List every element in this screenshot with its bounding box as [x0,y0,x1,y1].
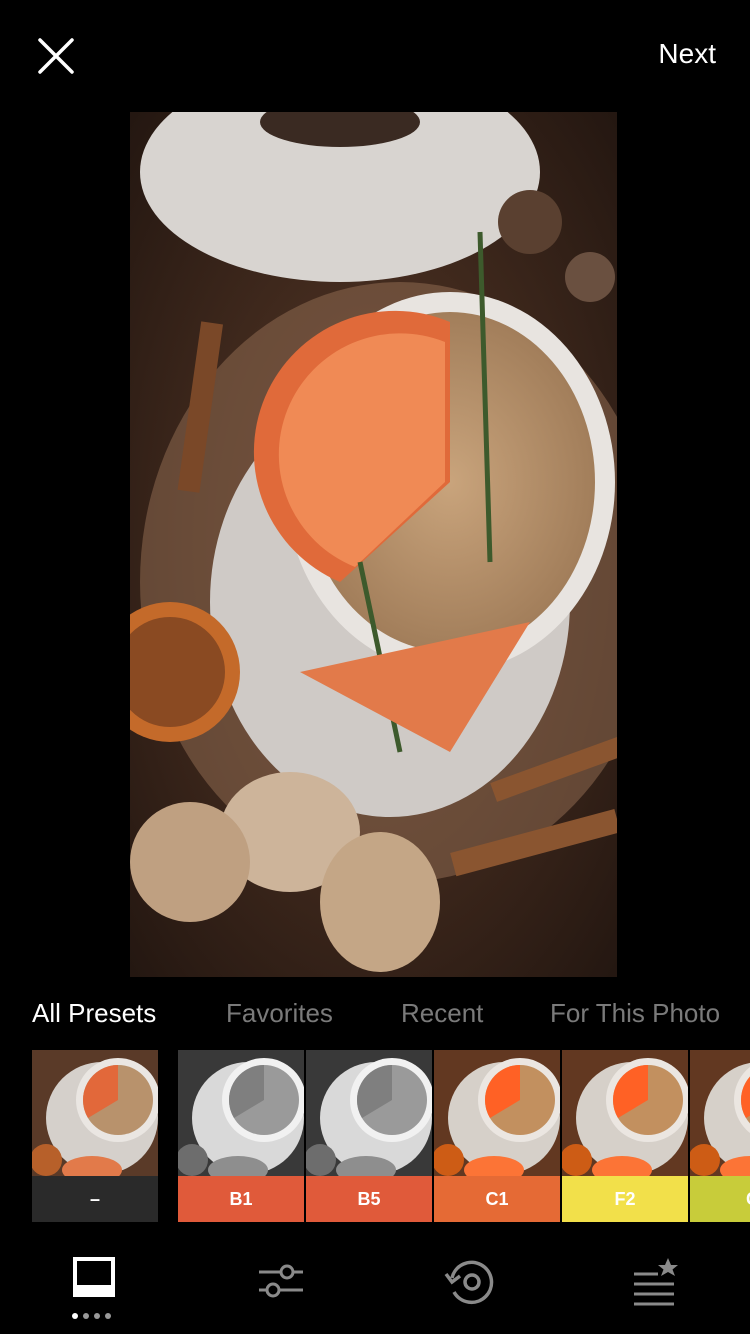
bottom-toolbar [0,1240,750,1334]
preset-thumbnail [562,1050,688,1176]
preset-thumbnail [434,1050,560,1176]
preset-none[interactable]: – [32,1050,158,1222]
preset-b5[interactable]: B5 [306,1050,432,1222]
preset-label: B1 [178,1176,304,1222]
preset-label: B5 [306,1176,432,1222]
preset-thumbnail [690,1050,750,1176]
preset-thumbnail [32,1050,158,1176]
preset-thumbnail [306,1050,432,1176]
preset-tabs: All Presets Favorites Recent For This Ph… [0,992,750,1036]
preset-b1[interactable]: B1 [178,1050,304,1222]
preset-thumbnail [178,1050,304,1176]
preset-label: G [690,1176,750,1222]
recipes-icon[interactable] [624,1254,684,1314]
tab-recent[interactable]: Recent [401,998,483,1029]
presets-page-dots [72,1306,118,1319]
preset-g[interactable]: G [690,1050,750,1222]
preset-c1[interactable]: C1 [434,1050,560,1222]
tab-for-this-photo[interactable]: For This Photo [550,998,720,1029]
tab-all-presets[interactable]: All Presets [32,998,156,1029]
adjust-sliders-icon[interactable] [251,1254,311,1314]
presets-icon[interactable] [64,1254,124,1314]
close-icon[interactable] [36,36,76,76]
preset-label: F2 [562,1176,688,1222]
preset-f2[interactable]: F2 [562,1050,688,1222]
preset-label: C1 [434,1176,560,1222]
next-button[interactable]: Next [658,38,716,70]
preset-label: – [32,1176,158,1222]
preset-strip: –B1B5C1F2G [0,1050,750,1222]
photo-preview[interactable] [130,112,617,977]
top-bar: Next [0,0,750,110]
history-icon[interactable] [440,1254,500,1314]
tab-favorites[interactable]: Favorites [226,998,333,1029]
